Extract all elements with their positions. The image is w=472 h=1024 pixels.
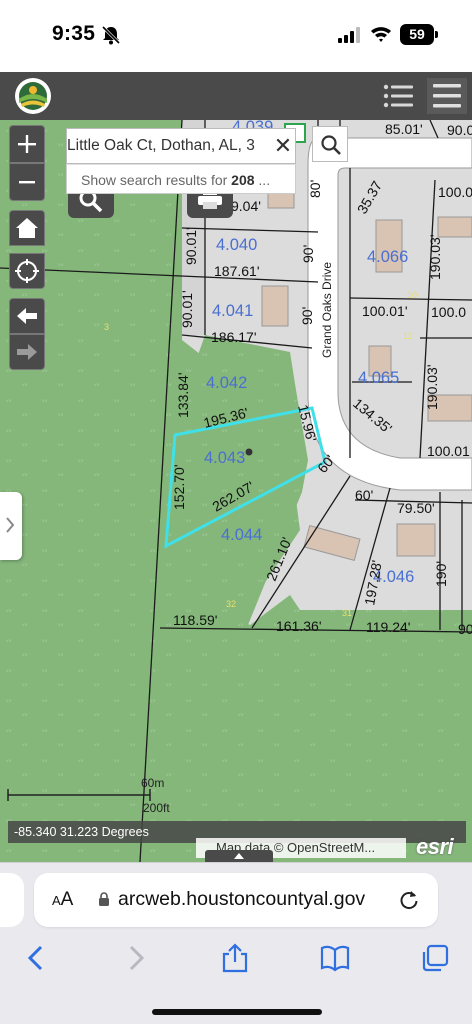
suggestion-prefix: Show search results for [81,172,232,188]
svg-text:32: 32 [226,599,236,609]
street-label: Grand Oaks Drive [320,262,334,358]
search-icon [321,135,341,155]
chevron-right-icon [6,517,15,533]
clear-search-icon[interactable]: ✕ [273,135,293,157]
svg-text:133.84': 133.84' [175,373,191,419]
map-canvas[interactable]: ᵥᵥ ᵥᵥ [0,120,472,862]
parcel-label: 4.066 [367,248,408,266]
search-box[interactable]: ✕ [66,128,296,164]
status-time: 9:35 [52,22,96,45]
parcel-label: 4.042 [206,374,247,392]
search-button[interactable] [312,126,348,162]
locate-icon [15,259,39,283]
screen: 9:35 59 4.040 4.041 4.042 4.043 4.044 4.… [0,0,472,1024]
address-bar[interactable]: AAAA arcweb.houstoncountyal.gov [34,873,438,927]
chevron-left-icon[interactable] [22,943,52,973]
svg-text:10: 10 [407,290,417,300]
svg-text:100.0: 100.0 [438,184,472,200]
svg-text:118.59': 118.59' [173,612,217,628]
svg-text:187.61': 187.61' [214,263,260,279]
svg-text:190': 190' [433,561,449,587]
svg-text:90': 90' [300,245,316,263]
svg-text:119.24': 119.24' [366,619,410,635]
county-logo-icon[interactable] [14,77,52,115]
battery-tip [435,31,438,38]
parcel-label: 4.041 [212,302,253,320]
previous-extent-button[interactable] [9,298,45,334]
reload-icon[interactable] [398,888,420,910]
signal-icon [338,27,360,43]
esri-logo: esri [416,834,454,859]
parcel-label: 4.065 [358,369,399,387]
share-icon[interactable] [220,943,250,973]
scale-metric: 60m [141,776,164,790]
scale-imperial: 200ft [143,801,170,815]
svg-text:90.0: 90.0 [447,122,472,138]
zoom-out-button[interactable] [9,163,45,201]
zoom-in-icon [18,135,36,153]
svg-text:90.01': 90.01' [183,227,199,265]
bookmarks-icon[interactable] [320,943,350,973]
search-suggestion[interactable]: Show search results for 208 ... [66,164,296,194]
map-view[interactable]: ᵥᵥ ᵥᵥ [0,120,472,862]
svg-text:100.01: 100.01 [427,443,470,459]
svg-text:190.03': 190.03' [427,235,443,281]
suggestion-query: 208 [231,172,255,188]
parcel-label: 4.044 [221,526,262,544]
chevron-right-icon[interactable] [120,943,150,973]
home-button[interactable] [9,210,45,246]
svg-text:190.03': 190.03' [424,365,440,411]
svg-text:100.01': 100.01' [362,303,408,319]
home-icon [16,218,38,238]
svg-text:9.04': 9.04' [231,198,261,214]
search-input[interactable] [67,129,267,163]
svg-text:90': 90' [299,307,315,325]
svg-text:152.70': 152.70' [171,465,187,511]
svg-text:31: 31 [342,608,352,618]
svg-text:3: 3 [104,322,109,332]
menu-icon[interactable] [427,78,467,114]
tabs-icon[interactable] [420,943,450,973]
svg-text:90: 90 [458,621,472,637]
svg-text:100.0: 100.0 [431,304,466,320]
locate-button[interactable] [9,253,45,289]
layer-list-icon[interactable] [380,80,416,112]
home-indicator [152,1009,322,1015]
wifi-icon [371,27,391,42]
browser-toolbar: AAAA arcweb.houstoncountyal.gov [0,862,472,1024]
svg-text:186.17': 186.17' [211,329,257,345]
lock-icon [99,892,109,906]
next-extent-button[interactable] [9,334,45,370]
battery-icon: 59 [400,24,434,45]
attribution-toggle[interactable] [205,850,273,862]
app-header [0,72,472,120]
bell-slash-icon [101,25,121,45]
svg-text:161.36': 161.36' [276,618,322,634]
svg-text:90.01': 90.01' [179,290,195,328]
suggestion-suffix: ... [254,172,271,188]
parcel-label: 4.040 [216,236,257,254]
svg-text:80': 80' [307,180,323,198]
zoom-in-button[interactable] [9,125,45,163]
forward-arrow-icon [17,344,37,360]
parcel-label: 4.043 [204,449,245,467]
reader-aa-button[interactable]: AAAA [52,889,73,911]
selected-point [245,448,253,456]
svg-text:60': 60' [355,487,373,503]
svg-text:11: 11 [403,331,412,341]
status-bar: 9:35 59 [0,0,472,72]
previous-tab-card[interactable] [0,873,24,927]
url-text: arcweb.houstoncountyal.gov [118,888,366,910]
zoom-out-icon [19,181,35,184]
back-arrow-icon [17,308,37,324]
svg-text:79.50': 79.50' [397,500,435,516]
svg-text:85.01': 85.01' [385,121,423,137]
side-panel-toggle[interactable] [0,492,22,560]
